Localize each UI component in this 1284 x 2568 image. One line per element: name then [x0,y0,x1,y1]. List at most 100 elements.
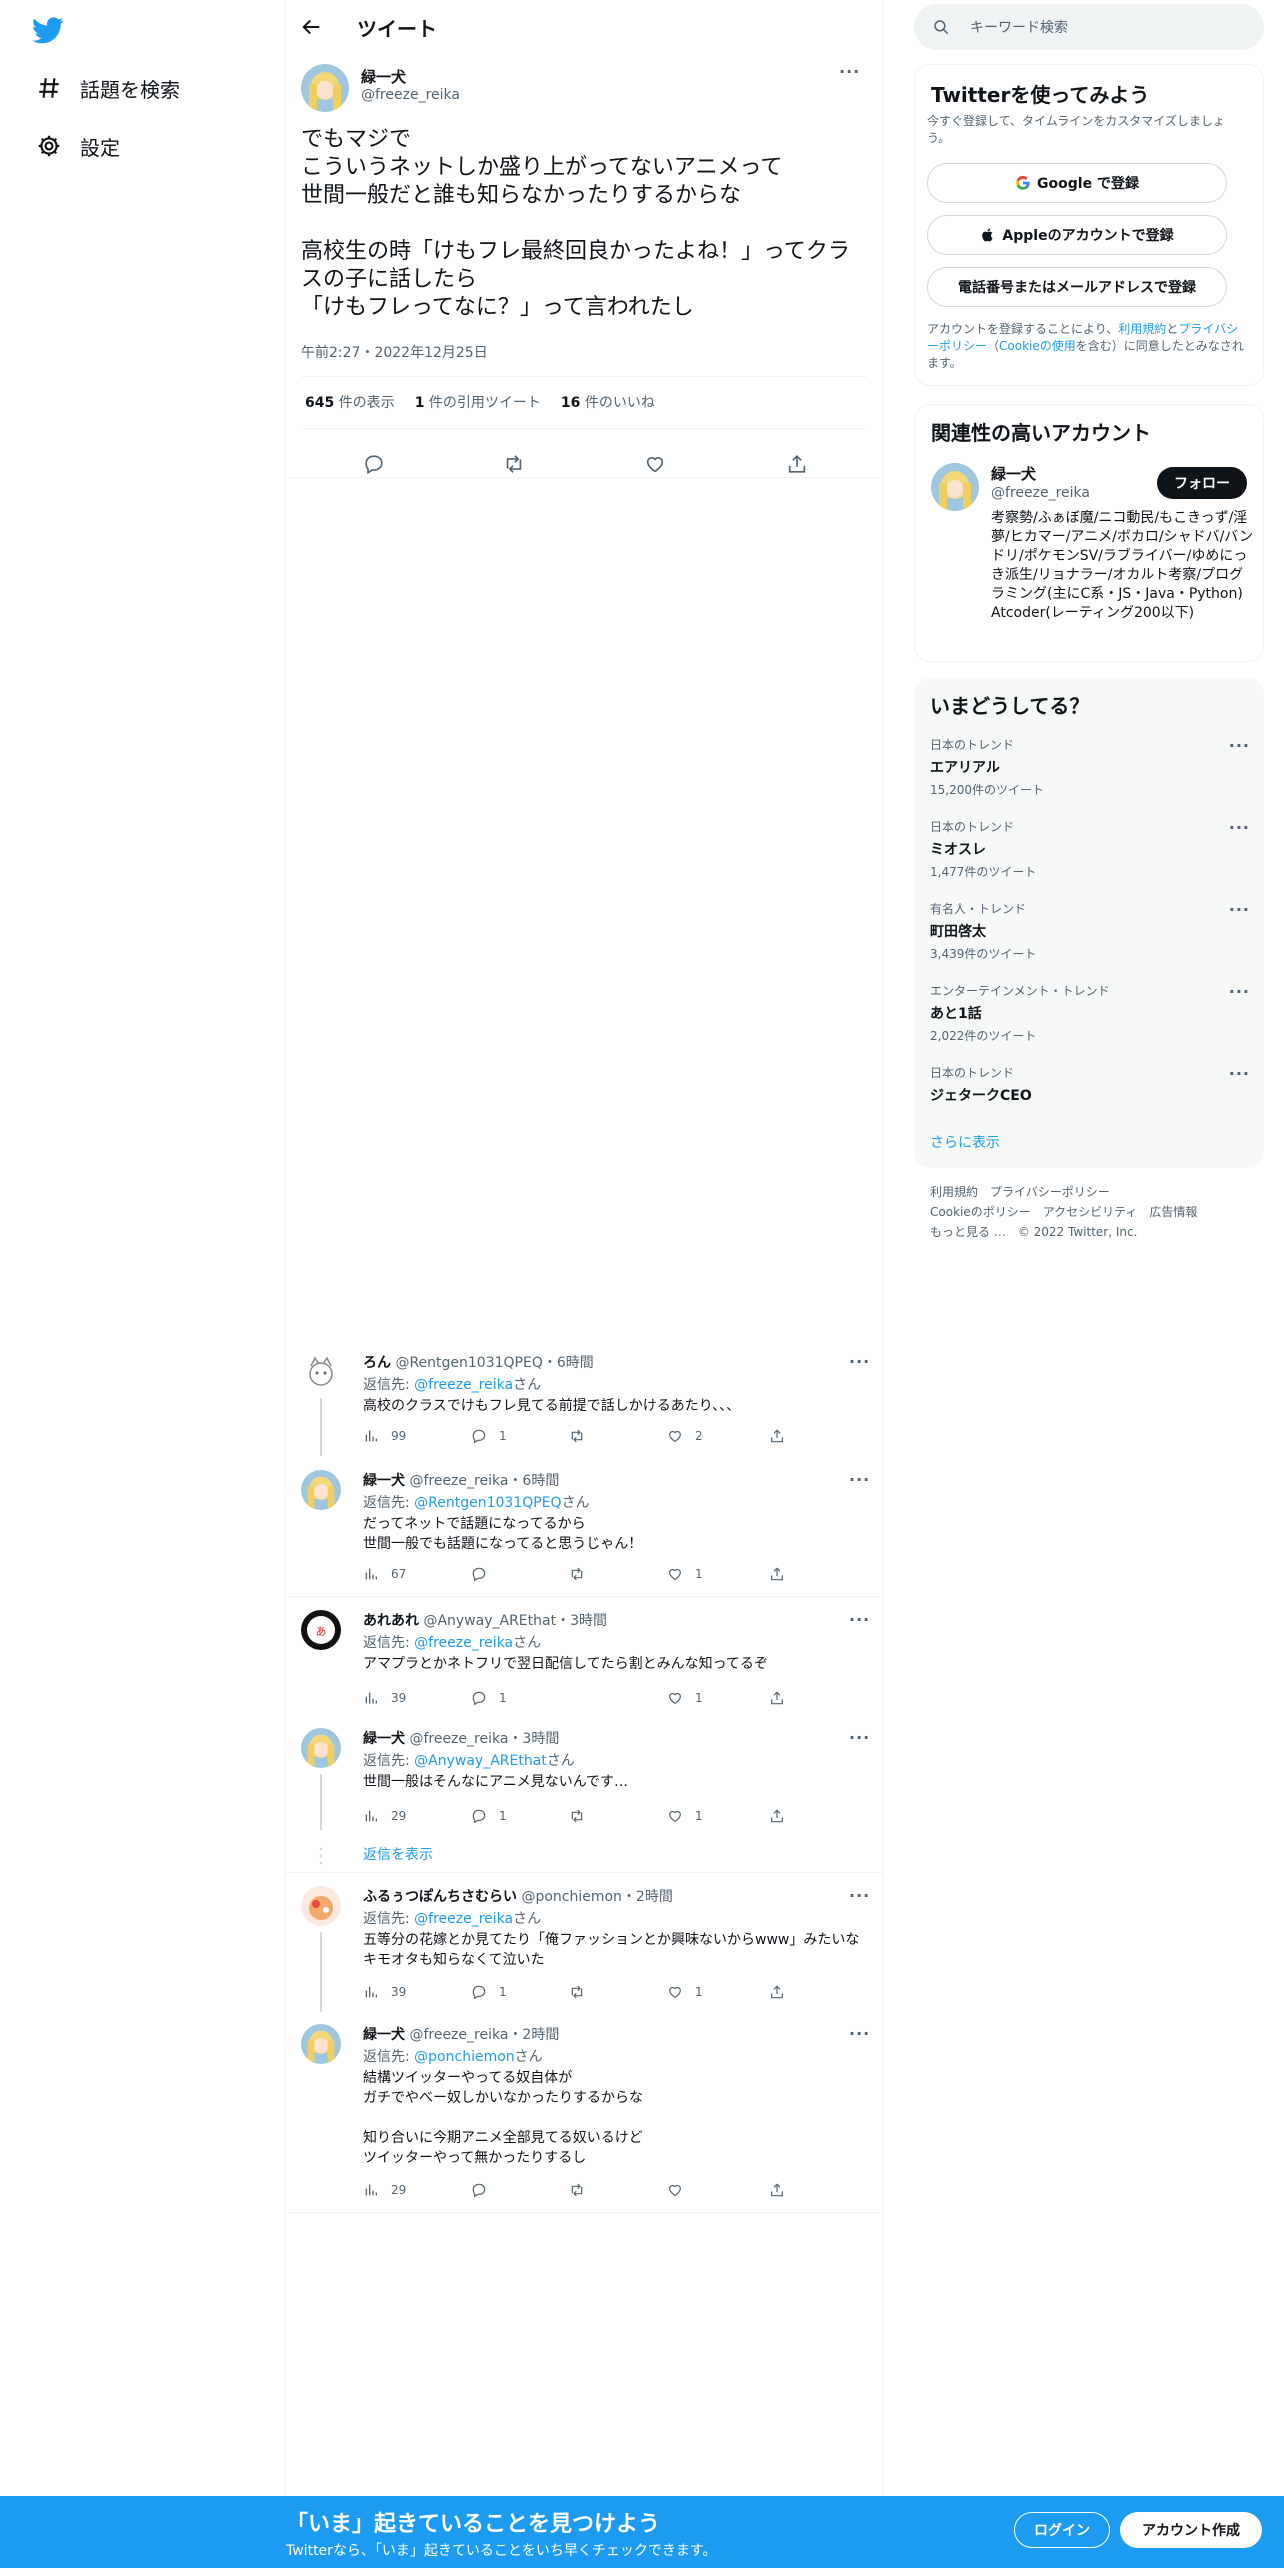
reply-author-handle[interactable]: @freeze_reika [409,2027,508,2043]
reply-author-name[interactable]: あれあれ [363,1613,419,1629]
share-button[interactable] [769,1806,797,1826]
like-button[interactable]: 1 [667,1564,703,1584]
terms-link[interactable]: 利用規約 [1118,322,1166,336]
retweet-button[interactable] [569,1426,597,1446]
reply-author-name[interactable]: 緑一犬 [363,1731,405,1747]
reply-author-handle[interactable]: @ponchiemon [521,1889,621,1905]
reply-author-name[interactable]: 緑一犬 [363,2027,405,2043]
reply-to-link[interactable]: @Anyway_AREthat [414,1753,547,1769]
reply-to-link[interactable]: @Rentgen1031QPEQ [414,1495,561,1511]
avatar[interactable] [301,1470,341,1510]
author-handle[interactable]: @freeze_reika [361,87,460,103]
share-button[interactable] [769,1982,797,2002]
nav-explore[interactable]: 話題を検索 [36,68,180,108]
more-options-icon[interactable]: ··· [839,62,860,81]
retweet-button[interactable] [569,1564,597,1584]
reply-button[interactable]: 1 [471,1806,507,1826]
follow-button[interactable]: フォロー [1157,467,1247,499]
more-options-icon[interactable]: ··· [849,2024,870,2043]
reply-time[interactable]: ・3時間 [556,1613,607,1629]
reply-icon[interactable] [363,453,385,475]
footer-more-link[interactable]: もっと見る … [930,1225,1006,1239]
more-options-icon[interactable]: ··· [1229,900,1250,919]
like-icon[interactable] [644,453,666,475]
tweet-timestamp[interactable]: 午前2:27・2022年12月25日 [301,342,488,362]
quotes-stat[interactable]: 1 件の引用ツイート [415,392,541,412]
avatar[interactable] [301,1728,341,1768]
trend-item[interactable]: 日本のトレンド ジェタークCEO ··· [930,1064,1250,1105]
google-signup-button[interactable]: Google で登録 [927,163,1227,203]
retweet-button[interactable] [569,1982,597,2002]
reply-author-name[interactable]: ろん [363,1355,391,1371]
like-button[interactable]: 1 [667,1982,703,2002]
share-button[interactable] [769,2180,797,2200]
like-button[interactable]: 2 [667,1426,703,1446]
search-input[interactable]: キーワード検索 [914,4,1264,50]
more-options-icon[interactable]: ··· [1229,1064,1250,1083]
more-options-icon[interactable]: ··· [849,1728,870,1747]
footer-cookie-link[interactable]: Cookieのポリシー [930,1205,1031,1219]
create-account-button[interactable]: アカウント作成 [1120,2512,1262,2548]
share-button[interactable] [769,1426,797,1446]
more-options-icon[interactable]: ··· [1229,818,1250,837]
reply-author-handle[interactable]: @freeze_reika [409,1731,508,1747]
back-arrow-icon[interactable] [301,16,323,38]
reply-time[interactable]: ・6時間 [508,1473,559,1489]
reply-time[interactable]: ・6時間 [543,1355,594,1371]
footer-terms-link[interactable]: 利用規約 [930,1185,978,1199]
avatar[interactable] [301,2024,341,2064]
trend-item[interactable]: 日本のトレンド ミオスレ 1,477件のツイート ··· [930,818,1250,880]
reply-button[interactable] [471,1564,499,1584]
show-replies-link[interactable]: 返信を表示 [363,1844,433,1864]
apple-signup-button[interactable]: Appleのアカウントで登録 [927,215,1227,255]
like-button[interactable] [667,2180,695,2200]
trend-item[interactable]: 日本のトレンド エアリアル 15,200件のツイート ··· [930,736,1250,798]
trend-item[interactable]: エンターテインメント・トレンド あと1話 2,022件のツイート ··· [930,982,1250,1044]
footer-ads-link[interactable]: 広告情報 [1149,1205,1197,1219]
reply-author-name[interactable]: ふるぅつぽんちさむらい [363,1889,517,1905]
reply-to-link[interactable]: @ponchiemon [414,2049,514,2065]
avatar[interactable]: あ [301,1610,341,1650]
reply-to-link[interactable]: @freeze_reika [414,1377,513,1393]
trend-item[interactable]: 有名人・トレンド 町田啓太 3,439件のツイート ··· [930,900,1250,962]
views-button[interactable]: 39 [363,1688,406,1708]
more-options-icon[interactable]: ··· [849,1352,870,1371]
author-name[interactable]: 緑一犬 [361,66,406,87]
more-options-icon[interactable]: ··· [1229,736,1250,755]
reply-author-handle[interactable]: @Anyway_AREthat [423,1613,556,1629]
retweet-button[interactable] [569,2180,597,2200]
share-button[interactable] [769,1564,797,1584]
retweet-button[interactable] [569,1806,597,1826]
show-more-link[interactable]: さらに表示 [930,1132,1000,1152]
avatar[interactable] [931,463,979,511]
like-button[interactable]: 1 [667,1806,703,1826]
reply-time[interactable]: ・3時間 [508,1731,559,1747]
twitter-logo-icon[interactable] [32,14,64,46]
views-button[interactable]: 39 [363,1982,406,2002]
reply-author-name[interactable]: 緑一犬 [363,1473,405,1489]
reply-button[interactable]: 1 [471,1982,507,2002]
likes-stat[interactable]: 16 件のいいね [561,392,655,412]
reply-button[interactable]: 1 [471,1688,507,1708]
related-account-handle[interactable]: @freeze_reika [991,485,1090,501]
footer-privacy-link[interactable]: プライバシーポリシー [990,1185,1110,1199]
avatar[interactable] [301,1352,341,1392]
reply-time[interactable]: ・2時間 [508,2027,559,2043]
like-button[interactable]: 1 [667,1688,703,1708]
reply-author-handle[interactable]: @freeze_reika [409,1473,508,1489]
share-button[interactable] [769,1688,797,1708]
cookie-link[interactable]: Cookieの使用 [999,339,1076,353]
more-options-icon[interactable]: ··· [849,1610,870,1629]
views-button[interactable]: 99 [363,1426,406,1446]
share-icon[interactable] [786,453,808,475]
related-account-name[interactable]: 緑一犬 [991,463,1036,484]
nav-settings[interactable]: 設定 [36,126,120,166]
views-button[interactable]: 67 [363,1564,406,1584]
more-options-icon[interactable]: ··· [1229,982,1250,1001]
reply-to-link[interactable]: @freeze_reika [414,1635,513,1651]
phone-email-signup-button[interactable]: 電話番号またはメールアドレスで登録 [927,267,1227,307]
reply-button[interactable] [471,2180,499,2200]
login-button[interactable]: ログイン [1014,2512,1110,2548]
avatar[interactable] [301,1886,341,1926]
retweet-icon[interactable] [503,453,525,475]
